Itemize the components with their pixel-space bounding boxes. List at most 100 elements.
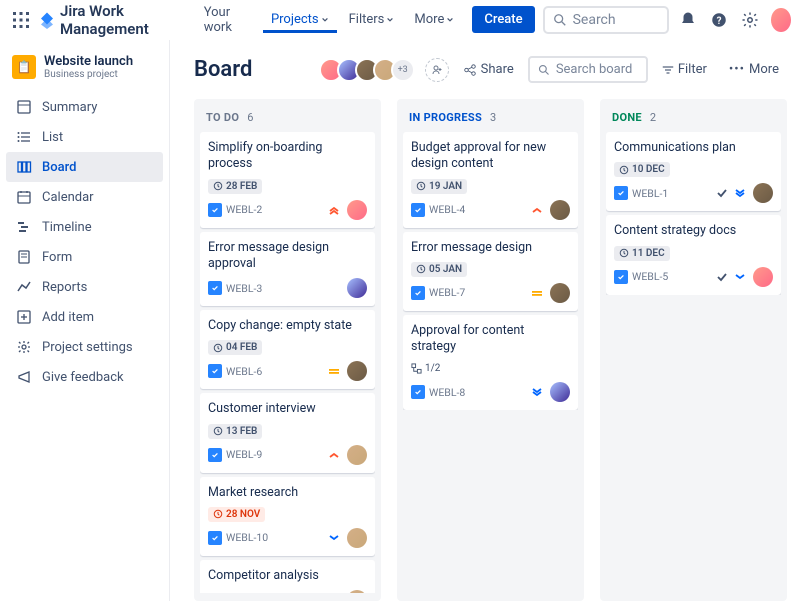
sidebar-item-label: Form [42,250,72,265]
task-type-icon [614,270,628,284]
priority-lowest-icon [530,385,544,399]
done-check-icon [715,186,729,200]
page-title: Board [194,57,252,82]
card[interactable]: Communications plan 10 DEC WEBL-1 [606,132,781,211]
nav-filters[interactable]: Filters [341,6,403,33]
project-name: Website launch [44,54,133,69]
sidebar-item-calendar[interactable]: Calendar [6,182,163,212]
card-title: Customer interview [208,401,367,417]
help-icon[interactable]: ? [708,6,731,34]
done-check-icon [715,270,729,284]
column-header[interactable]: TO DO 6 [200,107,375,132]
assignee-avatar[interactable] [347,528,367,548]
board-header: Board +3 Share Search board Filter [194,56,787,83]
date-badge: 28 NOV [208,507,265,522]
sidebar-item-list[interactable]: List [6,122,163,152]
add-user-button[interactable] [425,58,449,82]
date-badge: 11 DEC [614,246,670,261]
settings-icon [16,339,32,355]
clock-icon [213,181,223,191]
card[interactable]: Content strategy docs 11 DEC WEBL-5 [606,215,781,294]
date-badge: 28 FEB [208,179,262,194]
card-title: Approval for content strategy [411,323,570,356]
product-logo[interactable]: Jira Work Management [38,2,184,38]
assignee-avatar[interactable] [347,590,367,593]
nav-your-work[interactable]: Your work [196,0,259,41]
filter-button[interactable]: Filter [654,57,715,82]
sidebar-item-summary[interactable]: Summary [6,92,163,122]
board-avatars[interactable]: +3 [325,58,415,82]
project-header[interactable]: 📋 Website launch Business project [6,50,163,92]
card[interactable]: Copy change: empty state 04 FEB WEBL-6 [200,310,375,389]
card-key: WEBL-10 [226,531,268,544]
create-button[interactable]: Create [472,6,534,33]
assignee-avatar[interactable] [550,283,570,303]
sidebar-item-settings[interactable]: Project settings [6,332,163,362]
task-type-icon [411,385,425,399]
card-title: Budget approval for new design content [411,140,570,173]
card[interactable]: Competitor analysis WEBL-11 [200,560,375,593]
sidebar-item-form[interactable]: Form [6,242,163,272]
assignee-avatar[interactable] [347,278,367,298]
top-navigation: Jira Work Management Your work Projects … [0,0,803,40]
notifications-icon[interactable] [677,6,700,34]
share-icon [463,63,477,77]
board-icon [16,159,32,175]
sidebar-item-label: Project settings [42,340,133,355]
task-type-icon [208,281,222,295]
card[interactable]: Simplify on-boarding process 28 FEB WEBL… [200,132,375,228]
global-search-input[interactable]: Search [543,6,669,34]
column-title: DONE [612,111,642,124]
assignee-avatar[interactable] [550,200,570,220]
product-name: Jira Work Management [60,2,184,38]
app-switcher-icon[interactable] [12,11,30,29]
sidebar-item-add[interactable]: Add item [6,302,163,332]
column-count: 2 [650,111,656,124]
sidebar-item-board[interactable]: Board [6,152,163,182]
assignee-avatar[interactable] [550,382,570,402]
priority-medium-icon [327,364,341,378]
card-title: Copy change: empty state [208,318,367,334]
avatar-more[interactable]: +3 [391,58,415,82]
card[interactable]: Error message design 05 JAN WEBL-7 [403,232,578,311]
card[interactable]: Customer interview 13 FEB WEBL-9 [200,393,375,472]
timeline-icon [16,219,32,235]
user-avatar[interactable] [771,8,791,32]
nav-more[interactable]: More [406,6,462,33]
sidebar-item-timeline[interactable]: Timeline [6,212,163,242]
assignee-avatar[interactable] [347,361,367,381]
sidebar-item-feedback[interactable]: Give feedback [6,362,163,392]
more-button[interactable]: ••• More [721,57,787,82]
card-title: Market research [208,485,367,501]
card[interactable]: Error message design approval WEBL-3 [200,232,375,307]
assignee-avatar[interactable] [753,183,773,203]
assignee-avatar[interactable] [753,267,773,287]
jira-icon [38,11,56,29]
column-count: 6 [247,111,253,124]
assignee-avatar[interactable] [347,445,367,465]
project-type: Business project [44,69,133,80]
share-button[interactable]: Share [455,57,522,82]
sidebar-item-reports[interactable]: Reports [6,272,163,302]
card[interactable]: Market research 28 NOV WEBL-10 [200,477,375,556]
card-title: Competitor analysis [208,568,367,584]
clock-icon [213,343,223,353]
card[interactable]: Approval for content strategy 1/2 WEBL-8 [403,315,578,411]
card[interactable]: Budget approval for new design content 1… [403,132,578,228]
column-header[interactable]: IN PROGRESS 3 [403,107,578,132]
column-title: TO DO [206,111,239,124]
nav-projects[interactable]: Projects [263,6,337,33]
board-search-input[interactable]: Search board [528,56,648,83]
column-done: DONE 2 Communications plan 10 DEC WEBL-1… [600,99,787,601]
ellipsis-icon: ••• [729,62,745,77]
project-icon: 📋 [12,55,36,79]
assignee-avatar[interactable] [347,200,367,220]
date-badge: 05 JAN [411,262,467,277]
settings-icon[interactable] [739,6,762,34]
card-key: WEBL-7 [429,286,465,299]
list-icon [16,129,32,145]
card-title: Error message design approval [208,240,367,273]
column-header[interactable]: DONE 2 [606,107,781,132]
sidebar-item-label: Timeline [42,220,92,235]
sidebar-item-label: List [42,130,63,145]
